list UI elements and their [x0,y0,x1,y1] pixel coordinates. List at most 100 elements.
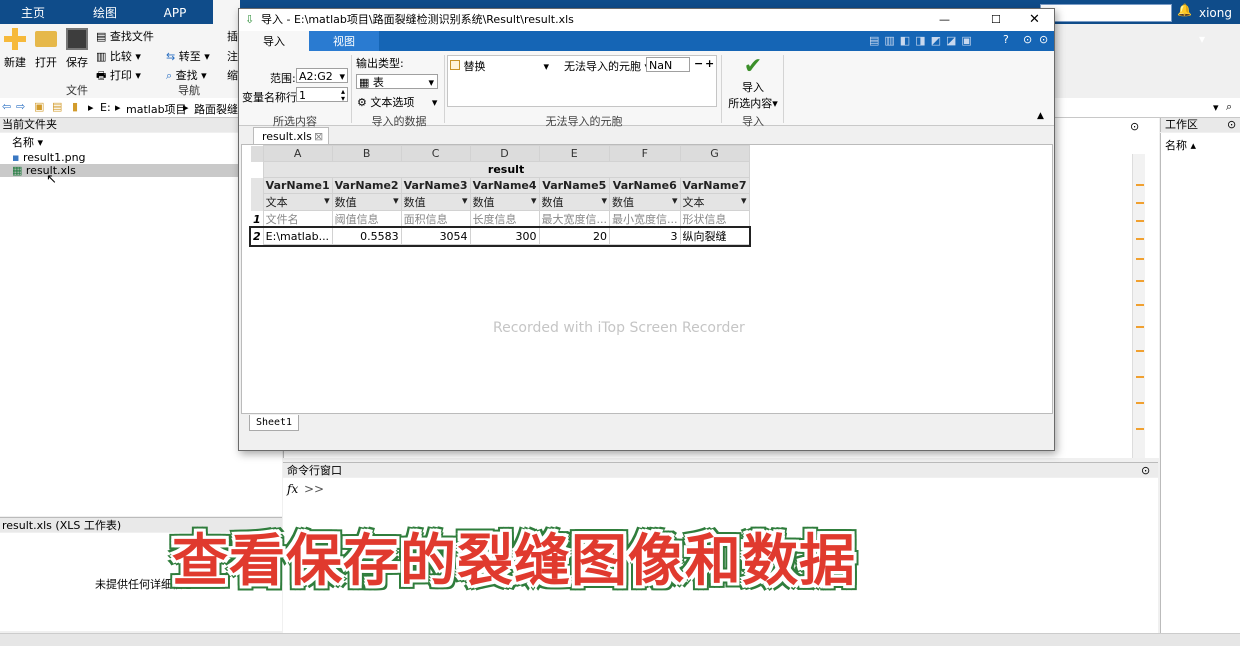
table-cell[interactable]: 最小宽度信... [609,210,681,228]
comment-button[interactable]: 注 [227,48,238,64]
breadcrumb-drive[interactable]: E: [100,101,111,114]
maximize-icon[interactable]: ☐ [991,9,1001,31]
indent-button[interactable]: 缩 [227,67,238,83]
table-cell[interactable]: 0.5583 [331,227,402,245]
address-search-icon[interactable]: ⌕ [1226,100,1232,114]
table-cell[interactable]: 3054 [400,227,471,245]
import-selection-button[interactable]: ✔ 导入 所选内容▾ [725,55,781,111]
code-analyzer-marker[interactable] [1136,350,1144,352]
table-name[interactable]: result [262,161,750,178]
insert-button[interactable]: 插 [227,28,238,44]
variable-name-cell[interactable]: VarName5 [538,177,611,194]
editor-scrollbar[interactable] [1132,154,1145,458]
code-analyzer-marker[interactable] [1136,280,1144,282]
code-analyzer-marker[interactable] [1136,202,1144,204]
variable-name-cell[interactable]: VarName4 [469,177,540,194]
minimize-icon[interactable]: — [939,9,950,31]
column-letter[interactable]: G [679,145,750,162]
column-letter[interactable]: D [469,145,540,162]
find-button[interactable]: ⌕ 查找 ▾ [166,67,207,83]
file-tab[interactable]: result.xls ⊠ [253,127,329,144]
variable-name-cell[interactable]: VarName2 [331,177,402,194]
collapse-ribbon-icon[interactable]: ⊙ [1039,33,1048,46]
table-cell[interactable]: 最大宽度信... [538,210,611,228]
command-menu-icon[interactable]: ⊙ [1141,463,1150,478]
variable-type-select[interactable]: 数值 ▾ [331,193,402,211]
column-letter[interactable]: C [400,145,471,162]
print-button[interactable]: 🖶 打印 ▾ [96,67,141,86]
breadcrumb-project[interactable]: matlab项目 [126,101,187,117]
find-files-button[interactable]: ▤ 查找文件 [96,28,154,44]
variable-type-select[interactable]: 文本 ▾ [262,193,333,211]
code-analyzer-marker[interactable] [1136,238,1144,240]
variable-name-cell[interactable]: VarName3 [400,177,471,194]
close-icon[interactable]: ✕ [1029,9,1040,31]
table-cell[interactable]: 长度信息 [469,210,540,228]
editor-menu-icon[interactable]: ⊙ [1130,120,1139,133]
workspace-menu-icon[interactable]: ⊙ [1227,118,1236,132]
code-analyzer-marker[interactable] [1136,258,1144,260]
workspace-column-name[interactable]: 名称 ▴ [1165,137,1196,153]
code-analyzer-marker[interactable] [1136,428,1144,430]
search-icon[interactable]: ⌕ [1158,4,1165,19]
variable-name-cell[interactable]: VarName6 [609,177,681,194]
user-account-menu[interactable]: xiong ▾ [1199,0,1240,46]
code-analyzer-marker[interactable] [1136,326,1144,328]
column-letter[interactable]: A [262,145,333,162]
compare-button[interactable]: ▥ 比较 ▾ [96,48,141,64]
table-cell[interactable]: 纵向裂缝 [679,227,750,245]
tab-editor[interactable] [213,0,240,24]
tab-view[interactable]: 视图 [309,31,379,51]
variable-type-select[interactable]: 数值 ▾ [469,193,540,211]
varname-row-spinner[interactable]: 1 ▴ ▾ [296,87,348,103]
table-cell[interactable]: 面积信息 [400,210,471,228]
variable-type-select[interactable]: 数值 ▾ [538,193,611,211]
tab-apps[interactable]: APP [150,0,200,24]
save-button[interactable]: 保存 [62,28,92,70]
table-cell[interactable]: 形状信息 [679,210,750,228]
code-analyzer-marker[interactable] [1136,220,1144,222]
range-input[interactable]: A2:G2 ▾ [296,68,348,83]
table-cell[interactable]: 300 [469,227,540,245]
close-tab-icon[interactable]: ⊠ [314,128,323,145]
rule-action-select[interactable]: 替换 ▾ [450,58,549,74]
column-letter[interactable]: B [331,145,402,162]
variable-name-cell[interactable]: VarName1 [262,177,333,194]
text-options-button[interactable]: ⚙ 文本选项 ▾ [357,94,437,110]
unimportable-rules-list[interactable]: 替换▾ 无法导入的元胞 ▾ NaN − + [447,55,717,107]
code-analyzer-marker[interactable] [1136,304,1144,306]
table-cell[interactable]: E:\matlab... [262,227,333,245]
rule-value-input[interactable]: NaN [646,57,690,72]
documentation-search-input[interactable] [1040,4,1172,22]
code-analyzer-marker[interactable] [1136,376,1144,378]
collapse-strip-icon[interactable]: ▲ [1037,111,1044,121]
options-icon[interactable]: ⊙ [1023,33,1032,46]
open-button[interactable]: 打开 [31,28,61,70]
quick-access-toolbar-icons[interactable]: ▤▥◧◨◩◪▣ [869,34,977,47]
add-rule-icon[interactable]: + [705,57,714,70]
remove-rule-icon[interactable]: − [694,57,703,70]
browse-folder-icon[interactable]: ▤ [52,100,62,113]
code-analyzer-marker[interactable] [1136,184,1144,186]
function-browser-icon[interactable]: fx [287,482,298,496]
table-cell[interactable]: 文件名 [262,210,333,228]
bell-icon[interactable]: 🔔 [1177,3,1192,17]
table-cell[interactable]: 3 [609,227,681,245]
table-cell[interactable]: 20 [538,227,611,245]
tab-home[interactable]: 主页 [8,0,58,24]
variable-type-select[interactable]: 数值 ▾ [400,193,471,211]
column-letter[interactable]: F [609,145,681,162]
forward-icon[interactable]: ⇨ [16,100,25,113]
tab-plots[interactable]: 绘图 [80,0,130,24]
data-grid[interactable]: A B C D E F G result VarName1 VarName2 V… [241,144,1053,414]
sheet-tab[interactable]: Sheet1 [249,415,299,431]
address-dropdown-icon[interactable]: ▾ [1213,101,1219,114]
variable-name-cell[interactable]: VarName7 [679,177,750,194]
file-item-result1-png[interactable]: ▪ result1.png [12,151,86,164]
tab-import[interactable]: 导入 [239,31,309,51]
new-button[interactable]: 新建 [0,28,30,70]
back-icon[interactable]: ⇦ [2,100,11,113]
variable-type-select[interactable]: 数值 ▾ [609,193,681,211]
variable-type-select[interactable]: 文本 ▾ [679,193,750,211]
table-cell[interactable]: 阈值信息 [331,210,402,228]
